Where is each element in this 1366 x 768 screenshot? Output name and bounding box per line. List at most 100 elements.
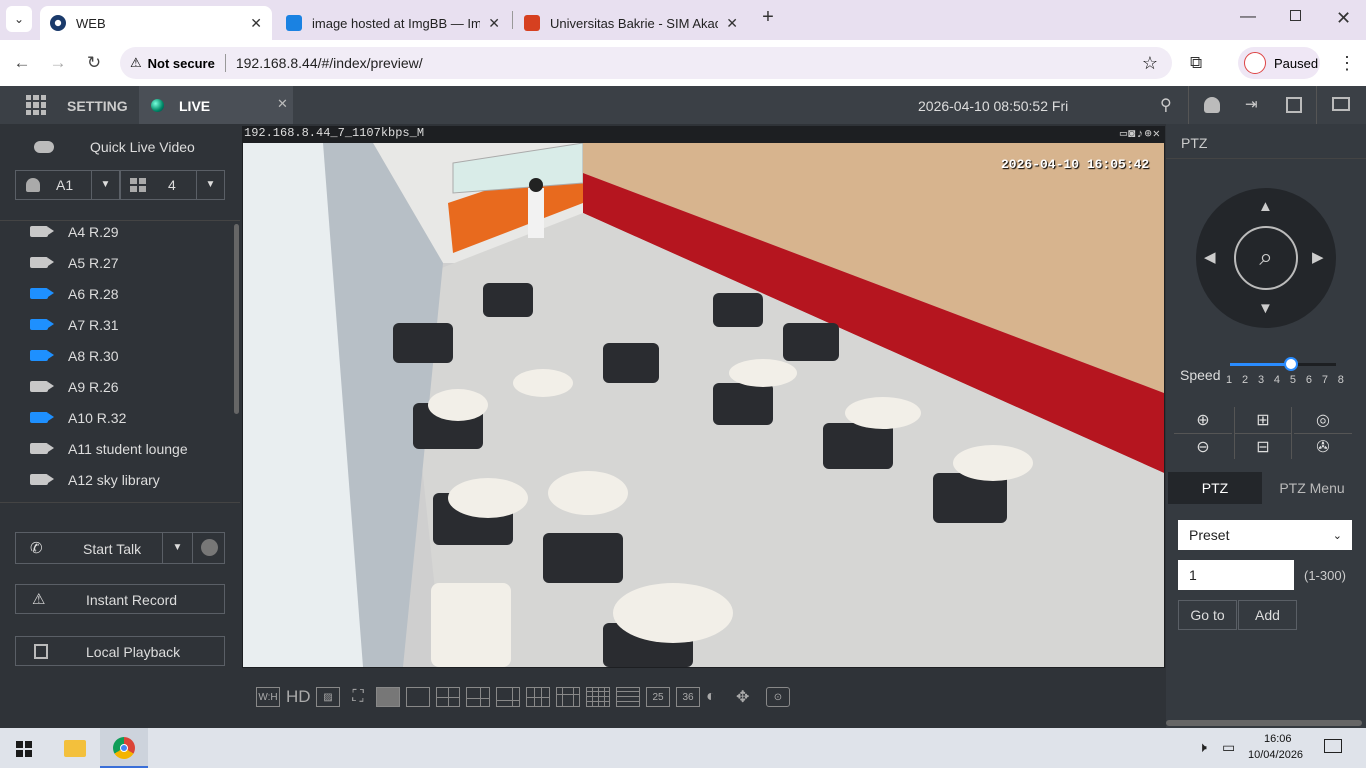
split-13-icon[interactable] bbox=[556, 687, 580, 707]
list-item[interactable]: A7 R.31 bbox=[0, 309, 232, 340]
reload-icon[interactable]: ↻ bbox=[76, 53, 112, 73]
iris-open-icon[interactable]: ◎ bbox=[1294, 407, 1352, 433]
qr-icon[interactable] bbox=[1286, 97, 1302, 113]
list-item[interactable]: A9 R.26 bbox=[0, 371, 232, 402]
single-view-filled-icon[interactable] bbox=[376, 687, 400, 707]
security-label[interactable]: Not secure bbox=[148, 56, 215, 71]
tab-ptz[interactable]: PTZ bbox=[1168, 472, 1262, 504]
quick-live-video[interactable]: Quick Live Video bbox=[34, 137, 234, 157]
zoom-icon[interactable]: ⊕ bbox=[1145, 127, 1153, 141]
arrow-left-icon[interactable]: ◀ bbox=[1204, 248, 1216, 266]
live-tab[interactable]: LIVE ✕ bbox=[139, 86, 293, 124]
minimize-button[interactable]: — bbox=[1240, 8, 1256, 26]
split-select[interactable]: 4 ▼ bbox=[120, 170, 225, 200]
windows-start-icon[interactable] bbox=[16, 741, 32, 757]
file-explorer-icon[interactable] bbox=[64, 740, 86, 757]
split-20-icon[interactable] bbox=[616, 687, 640, 707]
aspect-ratio-button[interactable]: W:H bbox=[256, 687, 280, 707]
star-icon[interactable]: ☆ bbox=[1142, 53, 1158, 74]
camera-list-scrollbar[interactable] bbox=[234, 224, 239, 414]
audio-icon[interactable]: ♪ bbox=[1136, 127, 1144, 141]
panel-scrollbar[interactable] bbox=[1166, 720, 1362, 726]
add-preset-button[interactable]: Add bbox=[1238, 600, 1297, 630]
list-item[interactable]: A6 R.28 bbox=[0, 278, 232, 309]
chevron-down-icon[interactable]: ▼ bbox=[162, 533, 192, 563]
iris-close-icon[interactable]: ✇ bbox=[1294, 433, 1352, 459]
channel-select[interactable]: A1 ▼ bbox=[15, 170, 120, 200]
ptz-joystick[interactable]: ▲ ▼ ◀ ▶ ⌕ bbox=[1196, 188, 1336, 328]
snapshot-icon[interactable]: ▭ bbox=[1120, 127, 1128, 141]
zoom-in-icon[interactable]: ⊕ bbox=[1174, 407, 1232, 433]
preset-number-input[interactable]: 1 bbox=[1178, 560, 1294, 590]
logout-icon[interactable]: ⇥ bbox=[1245, 95, 1258, 113]
ptz-center-zoom-icon[interactable]: ⌕ bbox=[1234, 226, 1298, 290]
restore-button[interactable] bbox=[1290, 10, 1301, 21]
zoom-out-icon[interactable]: ⊖ bbox=[1174, 433, 1232, 459]
ptz-mode-select[interactable]: Preset ⌄ bbox=[1178, 520, 1352, 550]
goto-button[interactable]: Go to bbox=[1178, 600, 1237, 630]
talk-icon[interactable]: ◐ bbox=[706, 688, 730, 706]
list-item[interactable]: A11 student lounge bbox=[0, 433, 232, 464]
notification-icon[interactable] bbox=[1324, 739, 1342, 753]
close-icon[interactable]: ✕ bbox=[250, 15, 262, 32]
menu-icon[interactable]: ⋮ bbox=[1338, 53, 1356, 74]
search-icon[interactable]: ⚲ bbox=[1160, 95, 1172, 115]
arrow-down-icon[interactable]: ▼ bbox=[1258, 300, 1273, 317]
local-playback-button[interactable]: Local Playback bbox=[15, 636, 225, 666]
extensions-icon[interactable]: ⧉ bbox=[1190, 53, 1202, 73]
split-4-icon[interactable] bbox=[436, 687, 460, 707]
user-icon[interactable] bbox=[1204, 97, 1220, 113]
hd-button[interactable]: HD bbox=[286, 687, 311, 707]
omnibox[interactable]: ⚠ Not secure 192.168.8.44/#/index/previe… bbox=[120, 47, 1172, 79]
setting-tab[interactable]: SETTING bbox=[67, 98, 128, 114]
arrow-up-icon[interactable]: ▲ bbox=[1258, 198, 1273, 215]
volume-icon[interactable]: 🕨 bbox=[1198, 739, 1207, 756]
arrow-right-icon[interactable]: ▶ bbox=[1312, 248, 1324, 266]
split-25-button[interactable]: 25 bbox=[646, 687, 670, 707]
close-window-button[interactable]: ✕ bbox=[1336, 8, 1351, 29]
list-item[interactable]: A4 R.29 bbox=[0, 216, 232, 247]
video-window[interactable]: 192.168.8.44_7_1107kbps_M ▭◙♪⊕✕ 2026-04-… bbox=[242, 126, 1165, 668]
decode-icon[interactable]: ▨ bbox=[316, 687, 340, 707]
url-text[interactable]: 192.168.8.44/#/index/preview/ bbox=[236, 55, 423, 71]
instant-record-button[interactable]: ⚠ Instant Record bbox=[15, 584, 225, 614]
grid-menu-icon[interactable] bbox=[26, 95, 46, 115]
close-icon[interactable]: ✕ bbox=[277, 96, 288, 112]
list-item[interactable]: A5 R.27 bbox=[0, 247, 232, 278]
close-icon[interactable]: ✕ bbox=[488, 15, 500, 32]
fit-window-icon[interactable]: ⛶ bbox=[346, 687, 370, 707]
speed-slider[interactable] bbox=[1230, 357, 1336, 371]
list-item[interactable]: A10 R.32 bbox=[0, 402, 232, 433]
tab-ptz-menu[interactable]: PTZ Menu bbox=[1262, 472, 1362, 504]
focus-far-icon[interactable]: ⊟ bbox=[1234, 433, 1292, 459]
speed-slider-knob[interactable] bbox=[1283, 357, 1298, 371]
start-talk-button[interactable]: ✆ Start Talk ▼ bbox=[15, 532, 225, 564]
split-9-icon[interactable] bbox=[526, 687, 550, 707]
fullscreen-icon[interactable] bbox=[1332, 97, 1350, 111]
split-6-icon[interactable] bbox=[466, 687, 490, 707]
profile-button[interactable]: Paused bbox=[1238, 47, 1320, 79]
split-36-button[interactable]: 36 bbox=[676, 687, 700, 707]
focus-near-icon[interactable]: ⊞ bbox=[1234, 407, 1292, 433]
split-16-icon[interactable] bbox=[586, 687, 610, 707]
talk-record-toggle[interactable] bbox=[192, 533, 224, 563]
chrome-taskbar-icon[interactable] bbox=[100, 728, 148, 768]
new-tab-button[interactable]: + bbox=[756, 6, 780, 34]
ptz-move-icon[interactable]: ✥ bbox=[736, 687, 760, 707]
tab-imgbb[interactable]: image hosted at ImgBB — ImgBB ✕ bbox=[276, 6, 510, 40]
close-icon[interactable]: ✕ bbox=[1153, 127, 1161, 141]
tab-bakrie[interactable]: Universitas Bakrie - SIM Akademik ✕ bbox=[514, 6, 748, 40]
split-8-icon[interactable] bbox=[496, 687, 520, 707]
forward-icon[interactable]: → bbox=[40, 53, 76, 73]
network-icon[interactable]: ▭ bbox=[1222, 739, 1235, 756]
back-icon[interactable]: ← bbox=[4, 53, 40, 73]
list-item[interactable]: A8 R.30 bbox=[0, 340, 232, 371]
tab-search-button[interactable]: ⌄ bbox=[6, 6, 32, 32]
list-item[interactable]: A12 sky library bbox=[0, 464, 232, 495]
close-icon[interactable]: ✕ bbox=[726, 15, 738, 32]
digital-zoom-icon[interactable]: ⊙ bbox=[766, 687, 790, 707]
tab-web[interactable]: WEB ✕ bbox=[40, 6, 272, 40]
split-1-icon[interactable] bbox=[406, 687, 430, 707]
clock-date[interactable]: 10/04/2026 bbox=[1248, 749, 1303, 761]
clock-time[interactable]: 16:06 bbox=[1264, 733, 1292, 745]
